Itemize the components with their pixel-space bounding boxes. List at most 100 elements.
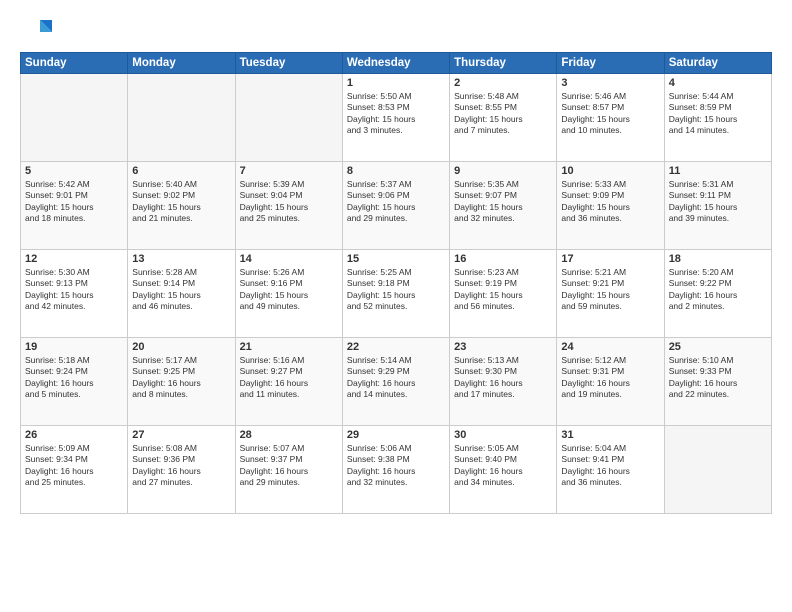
logo-icon [20, 16, 52, 44]
day-info: Sunrise: 5:08 AM Sunset: 9:36 PM Dayligh… [132, 443, 230, 489]
calendar-cell: 19Sunrise: 5:18 AM Sunset: 9:24 PM Dayli… [21, 338, 128, 426]
day-info: Sunrise: 5:20 AM Sunset: 9:22 PM Dayligh… [669, 267, 767, 313]
day-number: 15 [347, 253, 445, 265]
calendar-cell: 26 Sunrise: 5:09 AM Sunset: 9:34 PM Dayli… [21, 426, 128, 514]
calendar-cell: 23 Sunrise: 5:13 AM Sunset: 9:30 PM Dayli… [450, 338, 557, 426]
calendar-cell: 9 Sunrise: 5:35 AM Sunset: 9:07 PM Daylig… [450, 162, 557, 250]
day-info: Sunrise: 5:31 AM Sunset: 9:11 PM Dayligh… [669, 179, 767, 225]
weekday-header-friday: Friday [557, 53, 664, 74]
calendar-cell [664, 426, 771, 514]
day-number: 30 [454, 429, 552, 441]
day-number: 29 [347, 429, 445, 441]
weekday-header-row: SundayMondayTuesdayWednesdayThursdayFrid… [21, 53, 772, 74]
day-number: 28 [240, 429, 338, 441]
calendar-week-5: 26 Sunrise: 5:09 AM Sunset: 9:34 PM Dayli… [21, 426, 772, 514]
logo [20, 16, 54, 44]
day-info: Sunrise: 5:46 AM Sunset: 8:57 PM Dayligh… [561, 91, 659, 137]
calendar-week-1: 1 Sunrise: 5:50 AM Sunset: 8:53 PM Daylig… [21, 74, 772, 162]
weekday-header-tuesday: Tuesday [235, 53, 342, 74]
day-number: 13 [132, 253, 230, 265]
day-number: 31 [561, 429, 659, 441]
calendar-week-4: 19Sunrise: 5:18 AM Sunset: 9:24 PM Dayli… [21, 338, 772, 426]
day-number: 21 [240, 341, 338, 353]
calendar-cell: 11 Sunrise: 5:31 AM Sunset: 9:11 PM Dayli… [664, 162, 771, 250]
page: SundayMondayTuesdayWednesdayThursdayFrid… [0, 0, 792, 612]
calendar-cell: 12Sunrise: 5:30 AM Sunset: 9:13 PM Dayli… [21, 250, 128, 338]
calendar-cell: 27Sunrise: 5:08 AM Sunset: 9:36 PM Dayli… [128, 426, 235, 514]
calendar-week-2: 5Sunrise: 5:42 AM Sunset: 9:01 PM Daylig… [21, 162, 772, 250]
weekday-header-wednesday: Wednesday [342, 53, 449, 74]
day-number: 18 [669, 253, 767, 265]
weekday-header-thursday: Thursday [450, 53, 557, 74]
weekday-header-sunday: Sunday [21, 53, 128, 74]
day-info: Sunrise: 5:12 AM Sunset: 9:31 PM Dayligh… [561, 355, 659, 401]
calendar-cell: 13 Sunrise: 5:28 AM Sunset: 9:14 PM Dayli… [128, 250, 235, 338]
day-info: Sunrise: 5:07 AM Sunset: 9:37 PM Dayligh… [240, 443, 338, 489]
calendar-cell: 5Sunrise: 5:42 AM Sunset: 9:01 PM Daylig… [21, 162, 128, 250]
weekday-header-saturday: Saturday [664, 53, 771, 74]
day-number: 2 [454, 77, 552, 89]
day-info: Sunrise: 5:21 AM Sunset: 9:21 PM Dayligh… [561, 267, 659, 313]
day-info: Sunrise: 5:26 AM Sunset: 9:16 PM Dayligh… [240, 267, 338, 313]
calendar-body: 1 Sunrise: 5:50 AM Sunset: 8:53 PM Daylig… [21, 74, 772, 514]
day-info: Sunrise: 5:13 AM Sunset: 9:30 PM Dayligh… [454, 355, 552, 401]
day-info: Sunrise: 5:33 AM Sunset: 9:09 PM Dayligh… [561, 179, 659, 225]
calendar-cell: 29 Sunrise: 5:06 AM Sunset: 9:38 PM Dayli… [342, 426, 449, 514]
day-number: 4 [669, 77, 767, 89]
day-info: Sunrise: 5:40 AM Sunset: 9:02 PM Dayligh… [132, 179, 230, 225]
calendar-cell: 28 Sunrise: 5:07 AM Sunset: 9:37 PM Dayli… [235, 426, 342, 514]
calendar-cell: 2 Sunrise: 5:48 AM Sunset: 8:55 PM Daylig… [450, 74, 557, 162]
calendar-cell: 18 Sunrise: 5:20 AM Sunset: 9:22 PM Dayli… [664, 250, 771, 338]
calendar-week-3: 12Sunrise: 5:30 AM Sunset: 9:13 PM Dayli… [21, 250, 772, 338]
day-info: Sunrise: 5:18 AM Sunset: 9:24 PM Dayligh… [25, 355, 123, 401]
weekday-header-monday: Monday [128, 53, 235, 74]
day-number: 7 [240, 165, 338, 177]
day-info: Sunrise: 5:44 AM Sunset: 8:59 PM Dayligh… [669, 91, 767, 137]
calendar-cell: 17 Sunrise: 5:21 AM Sunset: 9:21 PM Dayli… [557, 250, 664, 338]
day-info: Sunrise: 5:35 AM Sunset: 9:07 PM Dayligh… [454, 179, 552, 225]
calendar-cell: 7 Sunrise: 5:39 AM Sunset: 9:04 PM Daylig… [235, 162, 342, 250]
day-number: 17 [561, 253, 659, 265]
day-info: Sunrise: 5:09 AM Sunset: 9:34 PM Dayligh… [25, 443, 123, 489]
day-info: Sunrise: 5:30 AM Sunset: 9:13 PM Dayligh… [25, 267, 123, 313]
day-number: 24 [561, 341, 659, 353]
day-info: Sunrise: 5:04 AM Sunset: 9:41 PM Dayligh… [561, 443, 659, 489]
calendar-cell: 1 Sunrise: 5:50 AM Sunset: 8:53 PM Daylig… [342, 74, 449, 162]
day-number: 10 [561, 165, 659, 177]
day-info: Sunrise: 5:50 AM Sunset: 8:53 PM Dayligh… [347, 91, 445, 137]
calendar-cell: 22 Sunrise: 5:14 AM Sunset: 9:29 PM Dayli… [342, 338, 449, 426]
day-number: 11 [669, 165, 767, 177]
day-number: 14 [240, 253, 338, 265]
calendar-cell: 20 Sunrise: 5:17 AM Sunset: 9:25 PM Dayli… [128, 338, 235, 426]
day-info: Sunrise: 5:42 AM Sunset: 9:01 PM Dayligh… [25, 179, 123, 225]
day-number: 22 [347, 341, 445, 353]
day-info: Sunrise: 5:10 AM Sunset: 9:33 PM Dayligh… [669, 355, 767, 401]
day-info: Sunrise: 5:48 AM Sunset: 8:55 PM Dayligh… [454, 91, 552, 137]
day-number: 23 [454, 341, 552, 353]
day-info: Sunrise: 5:39 AM Sunset: 9:04 PM Dayligh… [240, 179, 338, 225]
calendar-cell: 21 Sunrise: 5:16 AM Sunset: 9:27 PM Dayli… [235, 338, 342, 426]
day-number: 1 [347, 77, 445, 89]
calendar-cell: 30Sunrise: 5:05 AM Sunset: 9:40 PM Dayli… [450, 426, 557, 514]
calendar-cell [128, 74, 235, 162]
calendar-cell: 8Sunrise: 5:37 AM Sunset: 9:06 PM Daylig… [342, 162, 449, 250]
calendar-cell: 4 Sunrise: 5:44 AM Sunset: 8:59 PM Daylig… [664, 74, 771, 162]
calendar-cell: 24 Sunrise: 5:12 AM Sunset: 9:31 PM Dayli… [557, 338, 664, 426]
day-number: 20 [132, 341, 230, 353]
day-info: Sunrise: 5:14 AM Sunset: 9:29 PM Dayligh… [347, 355, 445, 401]
calendar-cell: 3Sunrise: 5:46 AM Sunset: 8:57 PM Daylig… [557, 74, 664, 162]
day-number: 9 [454, 165, 552, 177]
day-info: Sunrise: 5:23 AM Sunset: 9:19 PM Dayligh… [454, 267, 552, 313]
day-number: 25 [669, 341, 767, 353]
day-number: 26 [25, 429, 123, 441]
calendar-cell [21, 74, 128, 162]
day-info: Sunrise: 5:17 AM Sunset: 9:25 PM Dayligh… [132, 355, 230, 401]
day-info: Sunrise: 5:16 AM Sunset: 9:27 PM Dayligh… [240, 355, 338, 401]
calendar-cell: 14 Sunrise: 5:26 AM Sunset: 9:16 PM Dayli… [235, 250, 342, 338]
calendar-cell [235, 74, 342, 162]
day-number: 8 [347, 165, 445, 177]
day-info: Sunrise: 5:28 AM Sunset: 9:14 PM Dayligh… [132, 267, 230, 313]
header [20, 16, 772, 44]
calendar-cell: 10 Sunrise: 5:33 AM Sunset: 9:09 PM Dayli… [557, 162, 664, 250]
day-info: Sunrise: 5:06 AM Sunset: 9:38 PM Dayligh… [347, 443, 445, 489]
